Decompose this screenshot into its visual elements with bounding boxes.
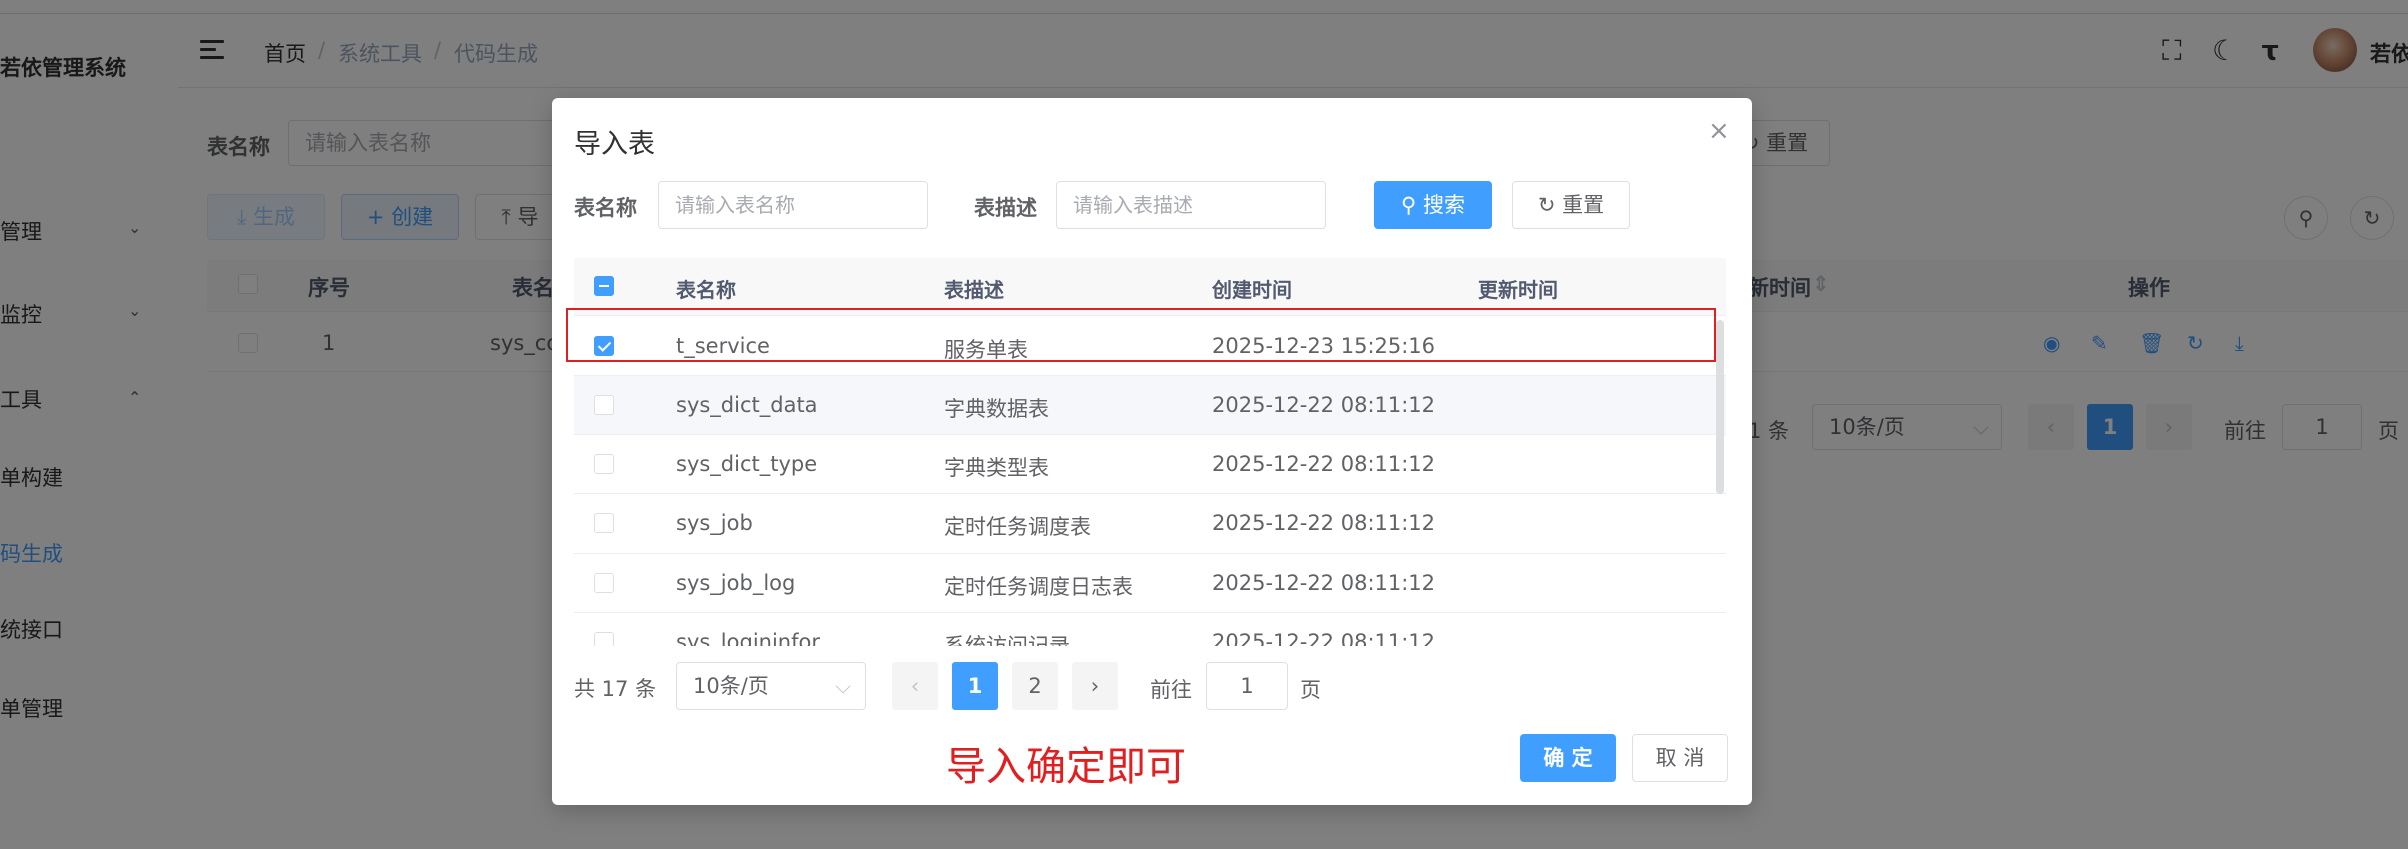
page-unit: 页 [1300, 678, 1321, 702]
goto-input[interactable]: 1 [1206, 662, 1288, 710]
row-created-time: 2025-12-22 08:11:12 [1212, 511, 1436, 535]
row-table-desc: 定时任务调度表 [944, 515, 1091, 539]
reset-button[interactable]: ↻ 重置 [1512, 181, 1630, 229]
close-icon[interactable]: × [1708, 118, 1730, 144]
table-row[interactable]: sys_job_log 定时任务调度日志表 2025-12-22 08:11:1… [574, 554, 1726, 613]
refresh-icon: ↻ [1537, 193, 1563, 217]
chevron-down-icon: ⌵ [835, 674, 851, 698]
row-table-desc: 定时任务调度日志表 [944, 575, 1133, 599]
selection-highlight-box [566, 308, 1716, 362]
row-created-time: 2025-12-22 08:11:12 [1212, 393, 1436, 417]
row-table-name: sys_dict_type [676, 452, 818, 476]
row-created-time: 2025-12-22 08:11:12 [1212, 630, 1436, 646]
search-label: 搜索 [1423, 193, 1466, 217]
column-created-time: 创建时间 [1212, 278, 1292, 302]
import-table-dialog: 导入表 × 表名称 请输入表名称 表描述 请输入表描述 ⚲ 搜索 ↻ 重置 表名… [552, 98, 1752, 805]
row-created-time: 2025-12-22 08:11:12 [1212, 571, 1436, 595]
table-row[interactable]: sys_logininfor 系统访问记录 2025-12-22 08:11:1… [574, 613, 1726, 646]
confirm-button[interactable]: 确 定 [1520, 734, 1616, 782]
page-1-button[interactable]: 1 [952, 662, 998, 710]
row-table-desc: 系统访问记录 [944, 634, 1070, 646]
table-desc-label: 表描述 [974, 196, 1037, 220]
column-table-name: 表名称 [676, 278, 736, 302]
dialog-title: 导入表 [574, 129, 655, 160]
select-all-checkbox[interactable] [594, 276, 614, 296]
table-name-input[interactable]: 请输入表名称 [658, 181, 928, 229]
row-table-name: sys_job_log [676, 571, 796, 595]
row-table-name: sys_job [676, 511, 753, 535]
reset-label: 重置 [1562, 193, 1605, 217]
cancel-button[interactable]: 取 消 [1632, 734, 1728, 782]
row-checkbox[interactable] [594, 632, 614, 646]
row-table-desc: 字典类型表 [944, 456, 1049, 480]
prev-page-button[interactable]: ‹ [892, 662, 938, 710]
column-table-desc: 表描述 [944, 278, 1004, 302]
table-row[interactable]: sys_job 定时任务调度表 2025-12-22 08:11:12 [574, 494, 1726, 554]
next-page-button[interactable]: › [1072, 662, 1118, 710]
search-button[interactable]: ⚲ 搜索 [1374, 181, 1492, 229]
row-checkbox[interactable] [594, 395, 614, 415]
annotation-text: 导入确定即可 [946, 744, 1186, 790]
table-scrollbar[interactable] [1716, 320, 1724, 494]
goto-label: 前往 [1150, 678, 1192, 702]
table-row[interactable]: sys_dict_type 字典类型表 2025-12-22 08:11:12 [574, 435, 1726, 494]
row-table-name: sys_dict_data [676, 393, 818, 417]
search-icon: ⚲ [1400, 193, 1424, 217]
row-checkbox[interactable] [594, 513, 614, 533]
table-row[interactable]: sys_dict_data 字典数据表 2025-12-22 08:11:12 [574, 376, 1726, 435]
page-2-button[interactable]: 2 [1012, 662, 1058, 710]
row-table-name: sys_logininfor [676, 630, 820, 646]
row-checkbox[interactable] [594, 454, 614, 474]
row-table-desc: 字典数据表 [944, 397, 1049, 421]
table-body: t_service 服务单表 2025-12-23 15:25:16 sys_d… [574, 316, 1726, 646]
pagination-total: 共 17 条 [574, 677, 657, 701]
table-name-label: 表名称 [574, 196, 637, 220]
column-updated-time: 更新时间 [1478, 278, 1558, 302]
page-size-select[interactable]: 10条/页 ⌵ [676, 662, 866, 710]
row-checkbox[interactable] [594, 573, 614, 593]
row-created-time: 2025-12-22 08:11:12 [1212, 452, 1436, 476]
page-size-value: 10条/页 [693, 674, 769, 698]
table-desc-input[interactable]: 请输入表描述 [1056, 181, 1326, 229]
